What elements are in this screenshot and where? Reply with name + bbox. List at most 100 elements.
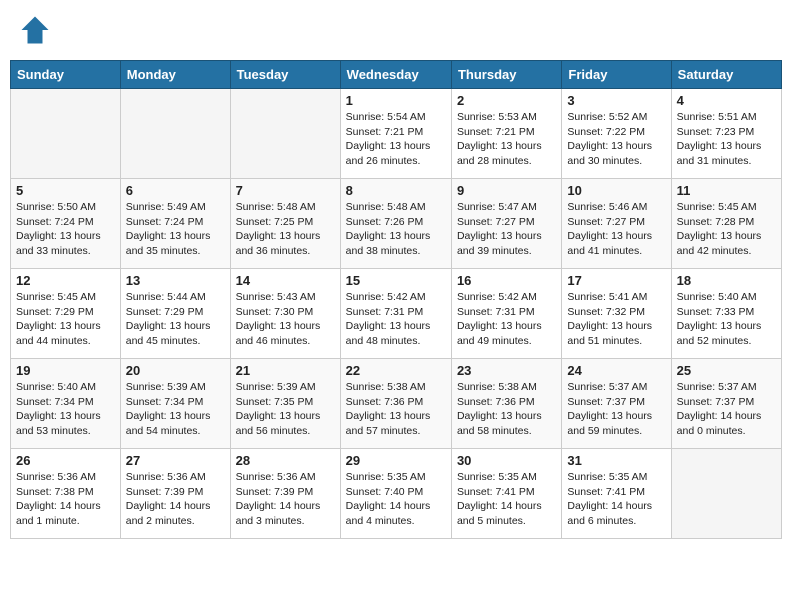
- day-cell: 18 Sunrise: 5:40 AM Sunset: 7:33 PM Dayli…: [671, 269, 781, 359]
- day-info: Sunrise: 5:37 AM Sunset: 7:37 PM Dayligh…: [567, 380, 665, 439]
- day-info: Sunrise: 5:51 AM Sunset: 7:23 PM Dayligh…: [677, 110, 776, 169]
- day-number: 31: [567, 453, 665, 468]
- day-info: Sunrise: 5:44 AM Sunset: 7:29 PM Dayligh…: [126, 290, 225, 349]
- day-cell: 28 Sunrise: 5:36 AM Sunset: 7:39 PM Dayli…: [230, 449, 340, 539]
- day-cell: 25 Sunrise: 5:37 AM Sunset: 7:37 PM Dayli…: [671, 359, 781, 449]
- day-cell: 1 Sunrise: 5:54 AM Sunset: 7:21 PM Daylig…: [340, 89, 451, 179]
- day-info: Sunrise: 5:40 AM Sunset: 7:34 PM Dayligh…: [16, 380, 115, 439]
- day-number: 21: [236, 363, 335, 378]
- day-number: 2: [457, 93, 556, 108]
- day-info: Sunrise: 5:45 AM Sunset: 7:28 PM Dayligh…: [677, 200, 776, 259]
- day-number: 1: [346, 93, 446, 108]
- day-cell: 23Sunrise: 5:38 AM Sunset: 7:36 PM Dayli…: [451, 359, 561, 449]
- day-info: Sunrise: 5:49 AM Sunset: 7:24 PM Dayligh…: [126, 200, 225, 259]
- day-number: 26: [16, 453, 115, 468]
- day-number: 30: [457, 453, 556, 468]
- day-cell: 11 Sunrise: 5:45 AM Sunset: 7:28 PM Dayli…: [671, 179, 781, 269]
- day-number: 11: [677, 183, 776, 198]
- day-info: Sunrise: 5:52 AM Sunset: 7:22 PM Dayligh…: [567, 110, 665, 169]
- day-cell: [671, 449, 781, 539]
- logo-icon: [20, 15, 50, 45]
- day-cell: [11, 89, 121, 179]
- day-number: 9: [457, 183, 556, 198]
- day-info: Sunrise: 5:46 AM Sunset: 7:27 PM Dayligh…: [567, 200, 665, 259]
- col-header-thursday: Thursday: [451, 61, 561, 89]
- day-info: Sunrise: 5:53 AM Sunset: 7:21 PM Dayligh…: [457, 110, 556, 169]
- day-cell: 7 Sunrise: 5:48 AM Sunset: 7:25 PM Daylig…: [230, 179, 340, 269]
- day-cell: 13 Sunrise: 5:44 AM Sunset: 7:29 PM Dayli…: [120, 269, 230, 359]
- week-row-5: 26 Sunrise: 5:36 AM Sunset: 7:38 PM Dayli…: [11, 449, 782, 539]
- page-header: [10, 10, 782, 50]
- col-header-sunday: Sunday: [11, 61, 121, 89]
- day-number: 13: [126, 273, 225, 288]
- col-header-friday: Friday: [562, 61, 671, 89]
- col-header-monday: Monday: [120, 61, 230, 89]
- day-cell: 9 Sunrise: 5:47 AM Sunset: 7:27 PM Daylig…: [451, 179, 561, 269]
- day-number: 5: [16, 183, 115, 198]
- day-number: 20: [126, 363, 225, 378]
- day-info: Sunrise: 5:36 AM Sunset: 7:38 PM Dayligh…: [16, 470, 115, 529]
- day-cell: 15Sunrise: 5:42 AM Sunset: 7:31 PM Dayli…: [340, 269, 451, 359]
- week-row-3: 12 Sunrise: 5:45 AM Sunset: 7:29 PM Dayli…: [11, 269, 782, 359]
- day-cell: 4 Sunrise: 5:51 AM Sunset: 7:23 PM Daylig…: [671, 89, 781, 179]
- day-cell: 14 Sunrise: 5:43 AM Sunset: 7:30 PM Dayli…: [230, 269, 340, 359]
- day-info: Sunrise: 5:39 AM Sunset: 7:34 PM Dayligh…: [126, 380, 225, 439]
- day-number: 25: [677, 363, 776, 378]
- day-info: Sunrise: 5:38 AM Sunset: 7:36 PM Dayligh…: [346, 380, 446, 439]
- day-cell: 20 Sunrise: 5:39 AM Sunset: 7:34 PM Dayli…: [120, 359, 230, 449]
- day-info: Sunrise: 5:45 AM Sunset: 7:29 PM Dayligh…: [16, 290, 115, 349]
- day-number: 29: [346, 453, 446, 468]
- day-info: Sunrise: 5:38 AM Sunset: 7:36 PM Dayligh…: [457, 380, 556, 439]
- day-cell: 6 Sunrise: 5:49 AM Sunset: 7:24 PM Daylig…: [120, 179, 230, 269]
- day-number: 17: [567, 273, 665, 288]
- day-info: Sunrise: 5:35 AM Sunset: 7:41 PM Dayligh…: [457, 470, 556, 529]
- day-cell: 10 Sunrise: 5:46 AM Sunset: 7:27 PM Dayli…: [562, 179, 671, 269]
- day-cell: 26 Sunrise: 5:36 AM Sunset: 7:38 PM Dayli…: [11, 449, 121, 539]
- day-number: 8: [346, 183, 446, 198]
- day-cell: 8 Sunrise: 5:48 AM Sunset: 7:26 PM Daylig…: [340, 179, 451, 269]
- day-number: 14: [236, 273, 335, 288]
- day-cell: 30 Sunrise: 5:35 AM Sunset: 7:41 PM Dayli…: [451, 449, 561, 539]
- day-number: 27: [126, 453, 225, 468]
- day-cell: [120, 89, 230, 179]
- col-header-wednesday: Wednesday: [340, 61, 451, 89]
- day-info: Sunrise: 5:48 AM Sunset: 7:26 PM Dayligh…: [346, 200, 446, 259]
- day-info: Sunrise: 5:41 AM Sunset: 7:32 PM Dayligh…: [567, 290, 665, 349]
- day-cell: 19 Sunrise: 5:40 AM Sunset: 7:34 PM Dayli…: [11, 359, 121, 449]
- day-number: 28: [236, 453, 335, 468]
- day-number: 16: [457, 273, 556, 288]
- calendar-table: SundayMondayTuesdayWednesdayThursdayFrid…: [10, 60, 782, 539]
- day-cell: [230, 89, 340, 179]
- day-number: 19: [16, 363, 115, 378]
- day-info: Sunrise: 5:35 AM Sunset: 7:41 PM Dayligh…: [567, 470, 665, 529]
- col-header-saturday: Saturday: [671, 61, 781, 89]
- day-number: 6: [126, 183, 225, 198]
- day-number: 18: [677, 273, 776, 288]
- day-number: 22: [346, 363, 446, 378]
- day-cell: 2 Sunrise: 5:53 AM Sunset: 7:21 PM Daylig…: [451, 89, 561, 179]
- day-number: 12: [16, 273, 115, 288]
- week-row-4: 19 Sunrise: 5:40 AM Sunset: 7:34 PM Dayli…: [11, 359, 782, 449]
- day-cell: 17 Sunrise: 5:41 AM Sunset: 7:32 PM Dayli…: [562, 269, 671, 359]
- day-info: Sunrise: 5:36 AM Sunset: 7:39 PM Dayligh…: [236, 470, 335, 529]
- day-cell: 16 Sunrise: 5:42 AM Sunset: 7:31 PM Dayli…: [451, 269, 561, 359]
- day-number: 15: [346, 273, 446, 288]
- day-info: Sunrise: 5:42 AM Sunset: 7:31 PM Dayligh…: [457, 290, 556, 349]
- day-info: Sunrise: 5:40 AM Sunset: 7:33 PM Dayligh…: [677, 290, 776, 349]
- day-info: Sunrise: 5:47 AM Sunset: 7:27 PM Dayligh…: [457, 200, 556, 259]
- day-number: 7: [236, 183, 335, 198]
- day-cell: 3 Sunrise: 5:52 AM Sunset: 7:22 PM Daylig…: [562, 89, 671, 179]
- day-info: Sunrise: 5:48 AM Sunset: 7:25 PM Dayligh…: [236, 200, 335, 259]
- day-info: Sunrise: 5:54 AM Sunset: 7:21 PM Dayligh…: [346, 110, 446, 169]
- day-cell: 12 Sunrise: 5:45 AM Sunset: 7:29 PM Dayli…: [11, 269, 121, 359]
- day-number: 4: [677, 93, 776, 108]
- day-cell: 31 Sunrise: 5:35 AM Sunset: 7:41 PM Dayli…: [562, 449, 671, 539]
- day-number: 3: [567, 93, 665, 108]
- day-info: Sunrise: 5:37 AM Sunset: 7:37 PM Dayligh…: [677, 380, 776, 439]
- day-number: 10: [567, 183, 665, 198]
- col-header-tuesday: Tuesday: [230, 61, 340, 89]
- day-info: Sunrise: 5:43 AM Sunset: 7:30 PM Dayligh…: [236, 290, 335, 349]
- logo: [20, 15, 54, 45]
- day-info: Sunrise: 5:36 AM Sunset: 7:39 PM Dayligh…: [126, 470, 225, 529]
- day-cell: 22 Sunrise: 5:38 AM Sunset: 7:36 PM Dayli…: [340, 359, 451, 449]
